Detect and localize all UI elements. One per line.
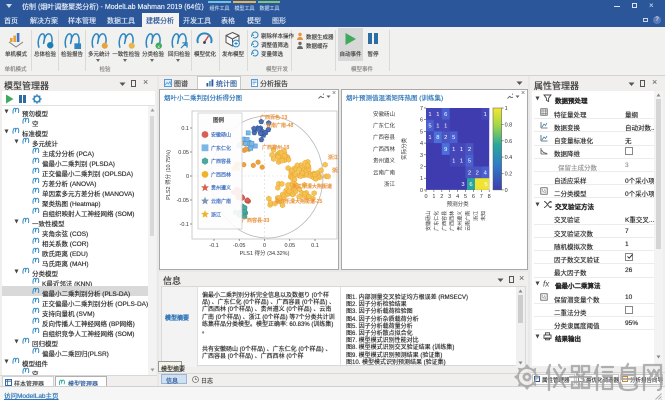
svg-text:1: 1 xyxy=(484,112,487,118)
svg-text:0.6: 0.6 xyxy=(505,139,513,145)
svg-text:广西容县: 广西容县 xyxy=(441,211,448,231)
svg-text:6: 6 xyxy=(472,194,475,200)
svg-text:广东仁化: 广东仁化 xyxy=(373,122,396,130)
svg-text:广西柳州-18: 广西柳州-18 xyxy=(262,144,289,151)
svg-text:PLS1 得分 (34.32%): PLS1 得分 (34.32%) xyxy=(240,249,290,257)
svg-text:广西容县-33: 广西容县-33 xyxy=(242,217,269,224)
svg-text:1: 1 xyxy=(505,106,508,112)
svg-text:4: 4 xyxy=(456,194,459,200)
svg-text:0.2: 0.2 xyxy=(505,172,513,178)
svg-text:广东仁化: 广东仁化 xyxy=(211,145,231,152)
svg-text:安徽砀山: 安徽砀山 xyxy=(425,211,432,231)
svg-text:5: 5 xyxy=(452,135,455,141)
svg-text:fx: fx xyxy=(543,279,550,288)
svg-text:-0.1: -0.1 xyxy=(209,243,218,249)
svg-text:浙江: 浙江 xyxy=(384,180,396,188)
svg-text:1: 1 xyxy=(428,135,431,141)
svg-text:7: 7 xyxy=(480,194,483,200)
svg-text:6: 6 xyxy=(469,182,472,188)
svg-text:5: 5 xyxy=(468,159,471,165)
svg-text:8: 8 xyxy=(488,194,491,200)
svg-text:安徽砀山: 安徽砀山 xyxy=(211,132,231,139)
svg-text:浙江天台: 浙江天台 xyxy=(332,167,338,174)
svg-text:云南广南-48: 云南广南-48 xyxy=(266,122,293,129)
svg-text:0: 0 xyxy=(424,194,427,200)
svg-text:0.1: 0.1 xyxy=(181,126,189,132)
svg-text:1: 1 xyxy=(444,124,447,130)
svg-text:云南广南: 云南广南 xyxy=(373,168,396,176)
svg-text:½: ½ xyxy=(542,188,547,195)
svg-text:贵州遵义: 贵州遵义 xyxy=(373,157,396,165)
svg-text:2: 2 xyxy=(444,135,447,141)
svg-text:2: 2 xyxy=(476,170,479,176)
svg-text:4: 4 xyxy=(420,141,423,147)
svg-text:0.4: 0.4 xyxy=(505,155,513,161)
svg-text:实际分类: 实际分类 xyxy=(400,137,408,160)
svg-text:3: 3 xyxy=(448,194,451,200)
svg-text:贵州遵义: 贵州遵义 xyxy=(457,211,464,231)
svg-text:2: 2 xyxy=(468,170,471,176)
svg-text:0: 0 xyxy=(186,174,189,180)
svg-text:广西西林: 广西西林 xyxy=(373,145,396,153)
svg-text:未知: 未知 xyxy=(480,211,487,221)
svg-text:0.05: 0.05 xyxy=(178,150,189,156)
svg-text:5: 5 xyxy=(428,124,431,130)
svg-text:6: 6 xyxy=(444,112,447,118)
svg-text:9: 9 xyxy=(444,147,447,153)
svg-text:1: 1 xyxy=(452,159,455,165)
svg-text:图例: 图例 xyxy=(213,116,225,124)
svg-text:6: 6 xyxy=(420,118,423,124)
svg-text:浙江乐清大荆街道-25: 浙江乐清大荆街道-25 xyxy=(275,198,322,205)
svg-text:云南广南: 云南广南 xyxy=(465,211,472,231)
svg-text:广西西林: 广西西林 xyxy=(211,171,231,178)
svg-text:0: 0 xyxy=(263,243,266,249)
svg-text:1: 1 xyxy=(436,124,439,130)
svg-text:-0.05: -0.05 xyxy=(176,198,189,204)
svg-text:1: 1 xyxy=(420,176,423,182)
svg-text:广东仁化: 广东仁化 xyxy=(433,211,440,231)
svg-text:1: 1 xyxy=(460,159,463,165)
svg-text:1: 1 xyxy=(460,147,463,153)
svg-text:浙江: 浙江 xyxy=(211,211,221,218)
svg-text:1: 1 xyxy=(432,194,435,200)
svg-text:1: 1 xyxy=(452,147,455,153)
svg-text:5: 5 xyxy=(464,194,467,200)
svg-text:浙江天台-41: 浙江天台-41 xyxy=(328,154,338,161)
svg-text:云南广南: 云南广南 xyxy=(211,198,231,205)
svg-text:-0.1: -0.1 xyxy=(180,222,189,228)
svg-text:3: 3 xyxy=(420,153,423,159)
svg-text:-0.05: -0.05 xyxy=(233,243,246,249)
svg-text:3: 3 xyxy=(461,182,464,188)
svg-text:5: 5 xyxy=(420,129,423,135)
svg-text:½: ½ xyxy=(542,294,547,301)
svg-text:1: 1 xyxy=(436,112,439,118)
svg-text:PLS2 得分 (10.75%): PLS2 得分 (10.75%) xyxy=(164,150,172,200)
svg-text:0.05: 0.05 xyxy=(284,243,295,249)
svg-text:广西百色-13: 广西百色-13 xyxy=(260,114,287,121)
svg-text:浙江: 浙江 xyxy=(472,211,479,221)
svg-text:0: 0 xyxy=(420,188,423,194)
svg-text:广西容县: 广西容县 xyxy=(373,133,396,141)
svg-text:2: 2 xyxy=(420,165,423,171)
svg-text:2: 2 xyxy=(468,147,471,153)
svg-text:0: 0 xyxy=(505,188,508,194)
svg-text:1: 1 xyxy=(428,112,431,118)
svg-text:预测分类: 预测分类 xyxy=(447,200,470,208)
svg-text:0.8: 0.8 xyxy=(505,122,513,128)
svg-text:0.1: 0.1 xyxy=(311,243,319,249)
svg-text:8: 8 xyxy=(436,135,439,141)
svg-text:贵州遵义: 贵州遵义 xyxy=(211,185,231,192)
svg-text:5: 5 xyxy=(484,182,487,188)
svg-text:安徽砀山: 安徽砀山 xyxy=(373,110,395,118)
svg-text:7: 7 xyxy=(420,106,423,112)
svg-text:广西西林: 广西西林 xyxy=(449,211,456,231)
svg-text:浙江乐清大荆街道: 浙江乐清大荆街道 xyxy=(292,183,332,190)
svg-text:广西容县: 广西容县 xyxy=(211,158,231,165)
svg-text:2: 2 xyxy=(440,194,443,200)
